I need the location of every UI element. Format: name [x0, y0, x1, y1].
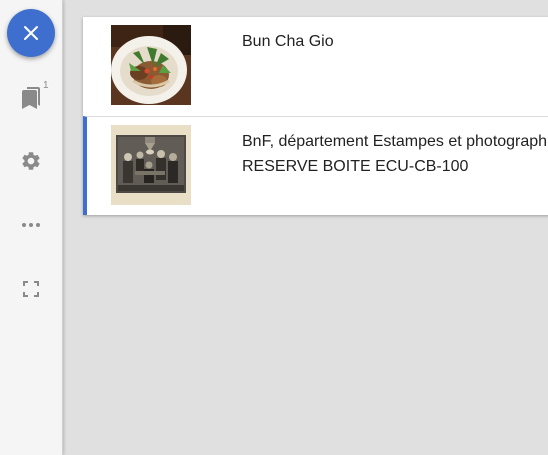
gear-icon [22, 152, 40, 170]
result-title-line: BnF, département Estampes et photographi… [242, 133, 548, 150]
more-icon [22, 223, 40, 227]
bookmark-icon [22, 87, 40, 109]
fullscreen-icon [23, 281, 39, 297]
result-title: Bun Cha Gio [242, 29, 334, 54]
close-button[interactable] [7, 9, 55, 57]
result-title: BnF, département Estampes et photographi… [242, 129, 548, 179]
result-title-line: Bun Cha Gio [242, 33, 334, 50]
settings-button[interactable] [11, 141, 51, 181]
result-row[interactable]: Bun Cha Gio [83, 17, 548, 116]
close-icon [24, 26, 38, 40]
result-shelfmark-line: RESERVE BOITE ECU-CB-100 [242, 158, 469, 175]
result-row-selected[interactable]: BnF, département Estampes et photographi… [83, 116, 548, 215]
food-bowl-thumbnail [111, 25, 191, 105]
more-options-button[interactable] [11, 205, 51, 245]
fullscreen-button[interactable] [11, 269, 51, 309]
engraving-thumbnail [111, 125, 191, 205]
sidebar: 1 [0, 0, 63, 455]
results-list: Bun Cha Gio BnF, département Estampes et… [83, 17, 548, 215]
bookmark-count-badge: 1 [43, 80, 49, 91]
